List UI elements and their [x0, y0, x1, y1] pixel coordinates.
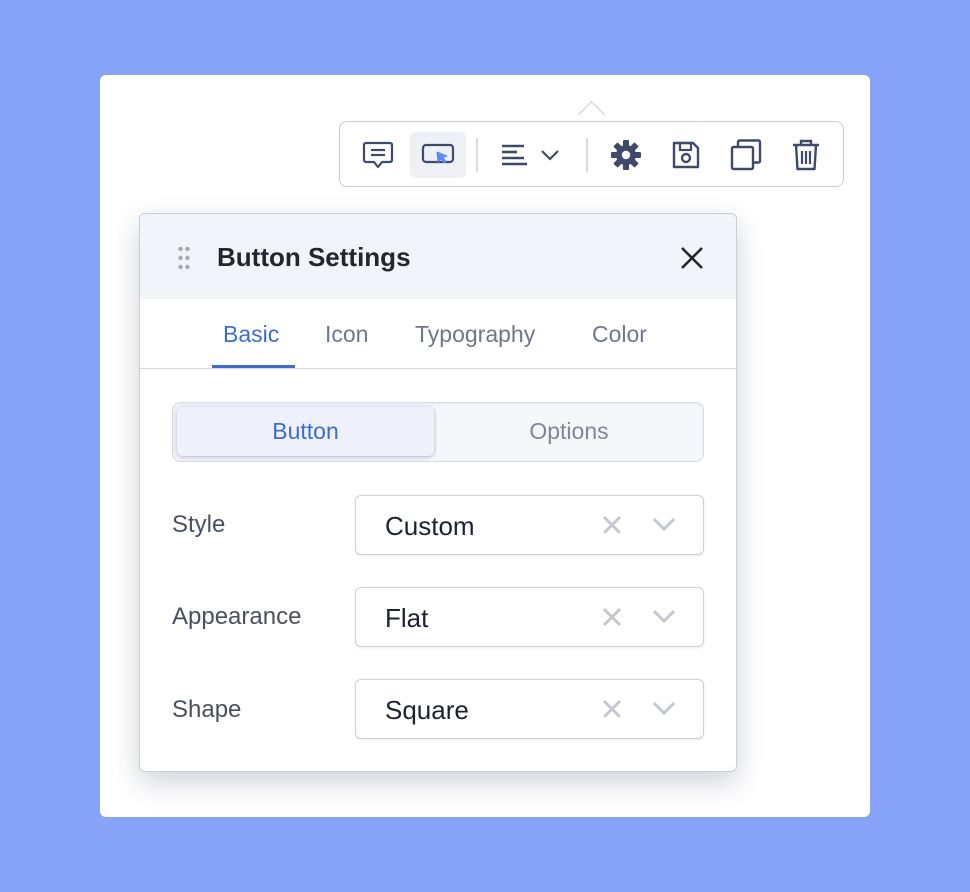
style-select[interactable]: Custom	[355, 495, 704, 555]
clear-icon[interactable]	[601, 606, 623, 628]
comment-icon	[362, 141, 394, 169]
button-settings-panel: Button Settings Basic Icon Typography Co…	[139, 213, 737, 772]
drag-handle-icon[interactable]	[178, 246, 190, 270]
segment-button[interactable]: Button	[177, 407, 434, 456]
style-label: Style	[172, 511, 226, 538]
shape-label: Shape	[172, 696, 242, 723]
chevron-down-icon[interactable]	[651, 515, 677, 533]
panel-header: Button Settings	[140, 214, 736, 299]
tab-color[interactable]: Color	[592, 321, 647, 348]
panel-title: Button Settings	[217, 242, 411, 272]
duplicate-icon	[730, 139, 762, 171]
active-tab-indicator	[212, 365, 295, 368]
align-dropdown[interactable]	[490, 132, 570, 178]
save-button[interactable]	[658, 132, 714, 178]
tab-typography[interactable]: Typography	[415, 321, 535, 348]
tab-icon[interactable]: Icon	[325, 321, 368, 348]
gear-icon	[611, 140, 641, 170]
segment-options[interactable]: Options	[438, 407, 700, 456]
chevron-down-icon	[541, 150, 559, 161]
save-icon	[672, 141, 700, 169]
panel-tabs: Basic Icon Typography Color	[140, 299, 736, 369]
segmented-control: Button Options	[172, 402, 704, 462]
trash-icon	[793, 139, 819, 171]
duplicate-button[interactable]	[718, 132, 774, 178]
chevron-down-icon[interactable]	[651, 699, 677, 717]
canvas-card: Button Settings Basic Icon Typography Co…	[100, 75, 870, 817]
tab-basic[interactable]: Basic	[223, 321, 279, 348]
select-value: Square	[385, 695, 469, 725]
toolbar-separator	[476, 138, 478, 172]
chevron-down-icon[interactable]	[651, 607, 677, 625]
close-icon[interactable]	[678, 244, 706, 272]
toolbar-separator	[586, 138, 588, 172]
select-value: Flat	[385, 603, 429, 633]
clear-icon[interactable]	[601, 514, 623, 536]
select-value: Custom	[385, 511, 475, 541]
clear-icon[interactable]	[601, 698, 623, 720]
select-cursor-icon	[421, 143, 455, 164]
shape-select[interactable]: Square	[355, 679, 704, 739]
align-left-icon	[502, 144, 527, 166]
comment-button[interactable]	[350, 132, 406, 178]
select-button[interactable]	[410, 132, 466, 178]
delete-button[interactable]	[778, 132, 834, 178]
settings-button[interactable]	[598, 132, 654, 178]
block-toolbar	[339, 121, 844, 187]
appearance-label: Appearance	[172, 603, 302, 630]
appearance-select[interactable]: Flat	[355, 587, 704, 647]
